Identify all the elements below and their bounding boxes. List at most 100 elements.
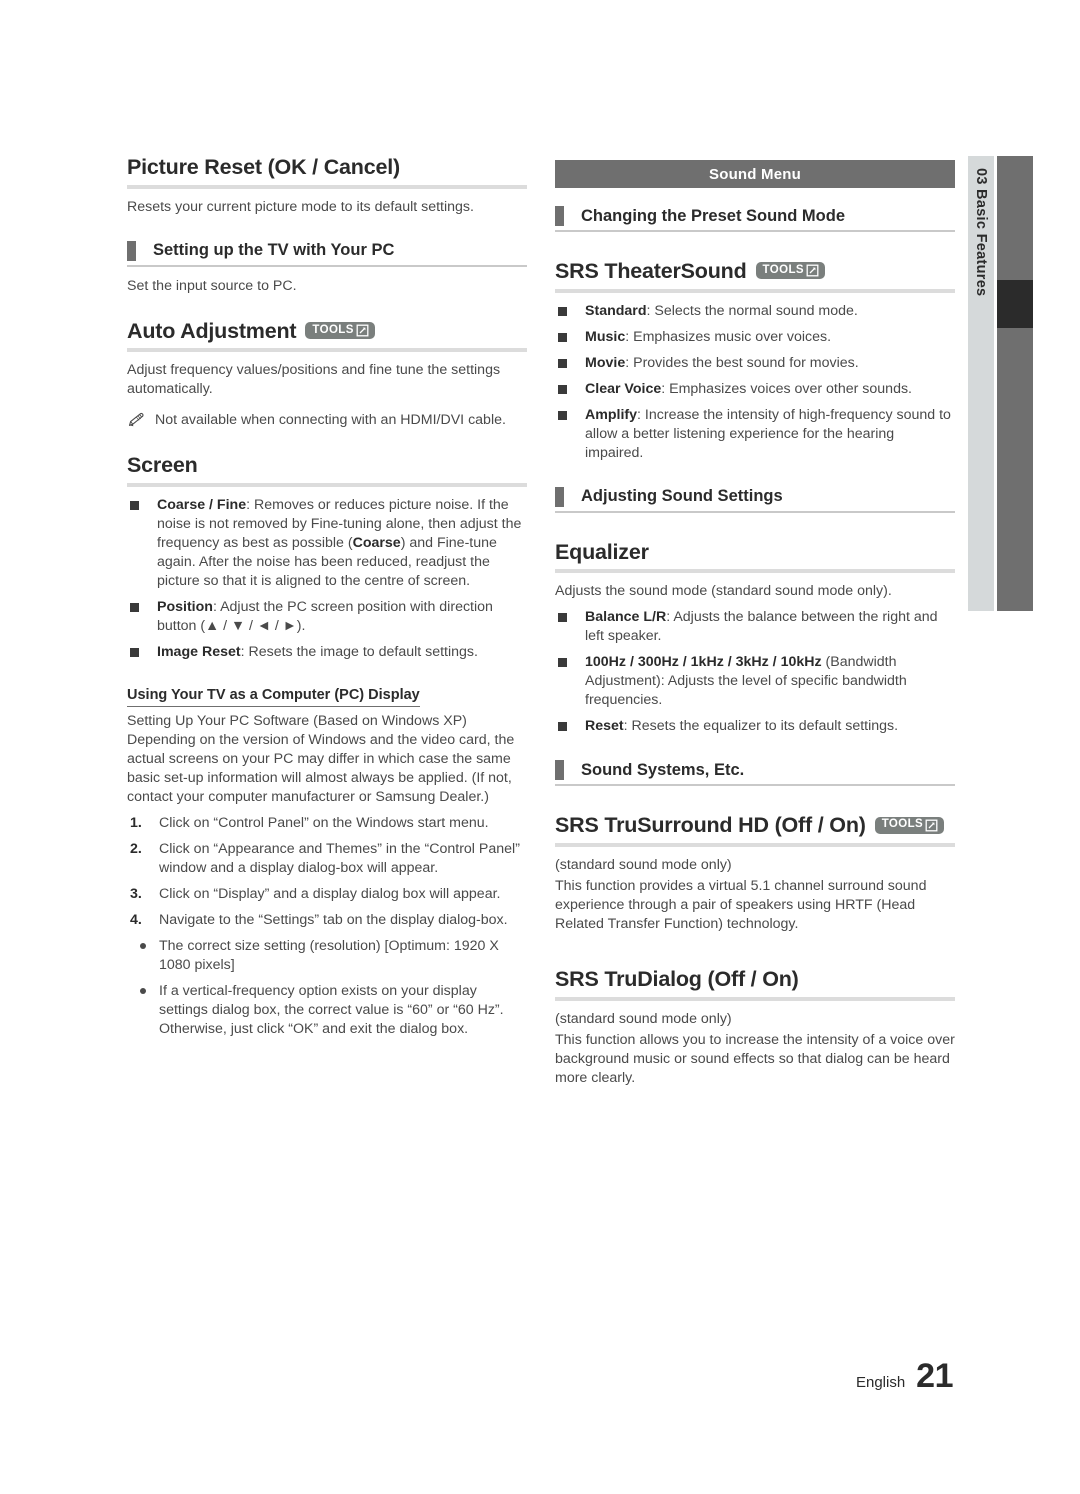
item-term: Image Reset <box>157 643 241 660</box>
left-column: Picture Reset (OK / Cancel) Resets your … <box>127 155 527 1046</box>
item-term-2: Coarse <box>352 534 401 551</box>
item-term: 100Hz / 300Hz / 1kHz / 3kHz / 10kHz <box>585 654 822 671</box>
equalizer-item-list: Balance L/R: Adjusts the balance between… <box>555 608 955 736</box>
tools-badge-label: TOOLS <box>762 264 804 277</box>
title-srs-trusurround: SRS TruSurround HD (Off / On) TOOLS <box>555 814 955 843</box>
sound-menu-banner-label: Sound Menu <box>709 165 801 183</box>
list-item: 1. Click on “Control Panel” on the Windo… <box>127 814 527 833</box>
square-bullet-icon <box>130 647 139 657</box>
manual-page: Picture Reset (OK / Cancel) Resets your … <box>0 0 1080 1494</box>
list-item: The correct size setting (resolution) [O… <box>127 937 527 975</box>
section-bar-icon <box>555 206 564 226</box>
list-item: Movie: Provides the best sound for movie… <box>555 354 955 373</box>
section-bar-icon <box>127 240 136 261</box>
square-bullet-icon <box>558 410 567 420</box>
auto-adjustment-body: Adjust frequency values/positions and fi… <box>127 362 501 398</box>
step-number: 2. <box>130 841 142 858</box>
square-bullet-icon <box>130 602 139 612</box>
pc-display-intro: Setting Up Your PC Software (Based on Wi… <box>127 713 515 806</box>
srs-trudialog-note: (standard sound mode only) <box>555 1010 732 1027</box>
item-desc: : Selects the normal sound mode. <box>646 302 858 319</box>
tools-badge[interactable]: TOOLS <box>874 816 945 834</box>
list-item: Reset: Resets the equalizer to its defau… <box>555 717 955 736</box>
section-preset-sound-mode-label: Changing the Preset Sound Mode <box>581 206 846 225</box>
square-bullet-icon <box>558 613 567 623</box>
tools-arrow-icon <box>806 264 819 277</box>
item-term: Position <box>157 598 213 615</box>
screen-item-list: Coarse / Fine: Removes or reduces pictur… <box>127 496 527 662</box>
srs-theatersound-item-list: Standard: Selects the normal sound mode.… <box>555 302 955 463</box>
tools-badge[interactable]: TOOLS <box>305 321 375 339</box>
section-setting-up-tv-label: Setting up the TV with Your PC <box>153 241 395 260</box>
step-text: Click on “Display” and a display dialog … <box>159 886 501 903</box>
square-bullet-icon <box>558 358 567 368</box>
title-rule <box>555 842 955 847</box>
section-preset-sound-mode: Changing the Preset Sound Mode <box>555 206 955 230</box>
page-footer: English 21 <box>855 1357 954 1396</box>
section-adjusting-sound-settings-label: Adjusting Sound Settings <box>581 487 783 506</box>
item-desc: : Resets the equalizer to its default se… <box>623 718 899 735</box>
item-term: Clear Voice <box>585 380 662 397</box>
subhead-pc-display: Using Your TV as a Computer (PC) Display <box>127 687 420 708</box>
title-auto-adjustment: Auto Adjustment TOOLS <box>127 319 527 349</box>
footer-language: English <box>855 1374 906 1391</box>
step-text: Click on “Control Panel” on the Windows … <box>159 815 489 832</box>
title-rule <box>127 348 527 353</box>
chapter-side-tab-label: 03 Basic Features <box>973 168 989 297</box>
title-screen: Screen <box>127 454 527 483</box>
list-item: Balance L/R: Adjusts the balance between… <box>555 608 955 646</box>
square-bullet-icon <box>558 384 567 394</box>
page-title-picture-reset: Picture Reset (OK / Cancel) <box>127 155 527 185</box>
title-rule <box>555 569 955 574</box>
section-rule <box>555 230 955 232</box>
list-item: Coarse / Fine: Removes or reduces pictur… <box>127 496 527 591</box>
pc-display-bullets: The correct size setting (resolution) [O… <box>127 937 527 1039</box>
sound-menu-banner: Sound Menu <box>555 160 955 188</box>
srs-trudialog-body: This function allows you to increase the… <box>555 1031 955 1086</box>
srs-trudialog-title-text: SRS TruDialog (Off / On) <box>555 966 799 991</box>
list-item: Clear Voice: Emphasizes voices over othe… <box>555 380 955 399</box>
title-rule <box>127 482 527 487</box>
step-number: 3. <box>130 886 142 903</box>
list-item: Standard: Selects the normal sound mode. <box>555 302 955 321</box>
tools-badge[interactable]: TOOLS <box>755 262 825 280</box>
item-desc: : Provides the best sound for movies. <box>625 354 859 371</box>
picture-reset-body: Resets your current picture mode to its … <box>127 198 474 215</box>
screen-title-text: Screen <box>127 453 198 478</box>
item-desc: : Emphasizes voices over other sounds. <box>661 380 913 397</box>
footer-page-number: 21 <box>916 1357 953 1395</box>
list-item: 3. Click on “Display” and a display dial… <box>127 885 527 904</box>
item-term: Reset <box>585 718 624 735</box>
step-text: Click on “Appearance and Themes” in the … <box>159 841 520 877</box>
chapter-index-strip <box>997 156 1033 611</box>
square-bullet-icon <box>558 722 567 732</box>
picture-reset-title-text: Picture Reset (OK / Cancel) <box>127 155 400 179</box>
item-term: Movie <box>585 354 626 371</box>
item-term: Coarse / Fine <box>157 496 247 513</box>
square-bullet-icon <box>558 306 567 316</box>
step-text: Navigate to the “Settings” tab on the di… <box>159 912 508 929</box>
section-sound-systems-etc: Sound Systems, Etc. <box>555 760 955 784</box>
round-bullet-icon <box>140 943 146 950</box>
section-setting-up-tv: Setting up the TV with Your PC <box>127 240 527 265</box>
step-number: 1. <box>130 815 142 832</box>
square-bullet-icon <box>558 332 567 342</box>
title-equalizer: Equalizer <box>555 539 955 570</box>
item-desc: : Emphasizes music over voices. <box>625 328 832 345</box>
equalizer-body: Adjusts the sound mode (standard sound m… <box>555 583 892 600</box>
chapter-side-tab: 03 Basic Features <box>968 156 994 611</box>
bullet-text: The correct size setting (resolution) [O… <box>159 938 499 974</box>
setting-up-tv-body: Set the input source to PC. <box>127 277 297 294</box>
section-rule <box>127 264 527 267</box>
bullet-text: If a vertical-frequency option exists on… <box>159 983 504 1038</box>
item-term: Standard <box>585 302 647 319</box>
title-rule <box>555 996 955 1001</box>
equalizer-title-text: Equalizer <box>555 539 649 564</box>
item-term: Balance L/R <box>585 609 667 626</box>
list-item: Music: Emphasizes music over voices. <box>555 328 955 347</box>
auto-adjustment-note: Not available when connecting with an HD… <box>127 411 527 430</box>
tools-arrow-icon <box>925 819 938 832</box>
list-item: If a vertical-frequency option exists on… <box>127 982 527 1039</box>
section-bar-icon <box>555 486 564 507</box>
srs-theatersound-title-text: SRS TheaterSound <box>555 259 747 283</box>
